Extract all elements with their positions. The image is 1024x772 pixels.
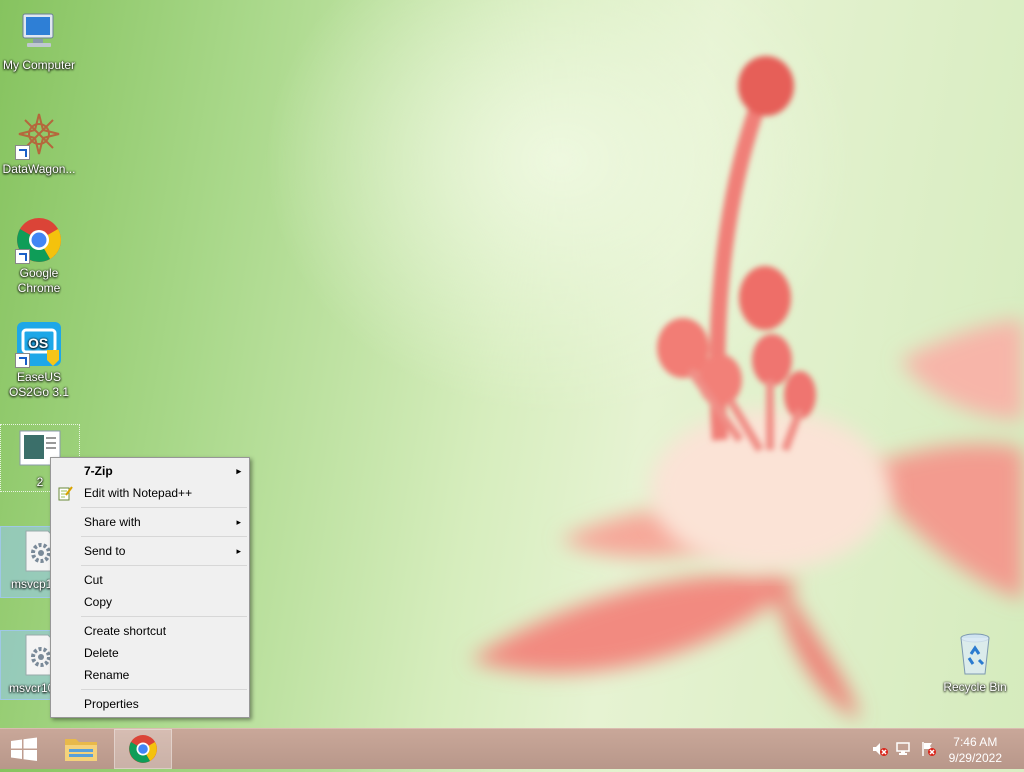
network-icon[interactable] [896, 741, 912, 760]
menu-item-7zip[interactable]: 7-Zip ▸ [51, 460, 249, 482]
svg-text:OS: OS [28, 335, 48, 351]
submenu-arrow-icon: ▸ [236, 546, 241, 556]
chrome-icon [15, 216, 63, 264]
menu-item-properties[interactable]: Properties [51, 693, 249, 715]
context-menu: 7-Zip ▸ Edit with Notepad++ Share with ▸… [50, 457, 250, 718]
desktop-icon-recycle-bin[interactable]: Recycle Bin [936, 630, 1014, 695]
menu-item-label: Delete [84, 646, 119, 660]
desktop-icon-google-chrome[interactable]: Google Chrome [0, 216, 78, 296]
icon-label: My Computer [2, 58, 76, 72]
menu-item-label: Edit with Notepad++ [84, 486, 193, 500]
menu-separator [81, 565, 247, 566]
easeus-os2go-icon: OS [15, 320, 63, 368]
menu-item-copy[interactable]: Copy [51, 591, 249, 613]
menu-item-create-shortcut[interactable]: Create shortcut [51, 620, 249, 642]
submenu-arrow-icon: ▸ [236, 466, 241, 476]
menu-item-label: Rename [84, 668, 130, 682]
menu-item-label: Properties [84, 697, 139, 711]
notepadpp-icon [57, 485, 73, 501]
menu-item-label: Send to [84, 544, 126, 558]
menu-separator [81, 507, 247, 508]
submenu-arrow-icon: ▸ [236, 517, 241, 527]
datawagon-star-icon [15, 112, 63, 160]
menu-item-share-with[interactable]: Share with ▸ [51, 511, 249, 533]
desktop-icon-datawagon[interactable]: DataWagon... [0, 112, 78, 177]
desktop-icon-my-computer[interactable]: My Computer [0, 8, 78, 73]
action-center-flag-icon[interactable] [920, 741, 936, 760]
recycle-bin-icon [951, 630, 999, 678]
taskbar: 7:46 AM 9/29/2022 [0, 728, 1024, 769]
icon-label: DataWagon... [2, 162, 76, 176]
icon-label: EaseUS OS2Go 3.1 [8, 370, 70, 399]
taskbar-clock[interactable]: 7:46 AM 9/29/2022 [949, 734, 1002, 766]
start-button[interactable] [0, 729, 48, 769]
shortcut-arrow-icon [15, 145, 30, 160]
windows-logo-icon [11, 737, 37, 761]
shortcut-arrow-icon [15, 249, 30, 264]
chrome-icon [129, 735, 157, 763]
menu-item-label: Share with [84, 515, 141, 529]
menu-item-delete[interactable]: Delete [51, 642, 249, 664]
menu-item-label: Create shortcut [84, 624, 167, 638]
computer-icon [15, 8, 63, 56]
icon-label: 2 [36, 475, 44, 489]
menu-item-cut[interactable]: Cut [51, 569, 249, 591]
menu-item-label: Copy [84, 595, 113, 609]
folder-icon [65, 739, 97, 761]
clock-time: 7:46 AM [953, 735, 998, 749]
menu-item-send-to[interactable]: Send to ▸ [51, 540, 249, 562]
icon-label: Recycle Bin [943, 680, 1007, 694]
menu-item-label: Cut [84, 573, 103, 587]
menu-item-label: 7-Zip [84, 464, 113, 478]
taskbar-google-chrome[interactable] [114, 729, 172, 769]
menu-separator [81, 616, 247, 617]
menu-separator [81, 689, 247, 690]
volume-muted-icon[interactable] [872, 741, 888, 760]
clock-date: 9/29/2022 [948, 751, 1002, 765]
taskbar-file-explorer[interactable] [56, 729, 106, 769]
menu-item-rename[interactable]: Rename [51, 664, 249, 686]
icon-label: Google Chrome [17, 266, 61, 295]
system-tray: 7:46 AM 9/29/2022 [864, 729, 1024, 769]
desktop-icon-easeus-os2go[interactable]: OS EaseUS OS2Go 3.1 [0, 320, 78, 400]
menu-separator [81, 536, 247, 537]
shortcut-arrow-icon [15, 353, 30, 368]
menu-item-edit-with-notepadpp[interactable]: Edit with Notepad++ [51, 482, 249, 504]
